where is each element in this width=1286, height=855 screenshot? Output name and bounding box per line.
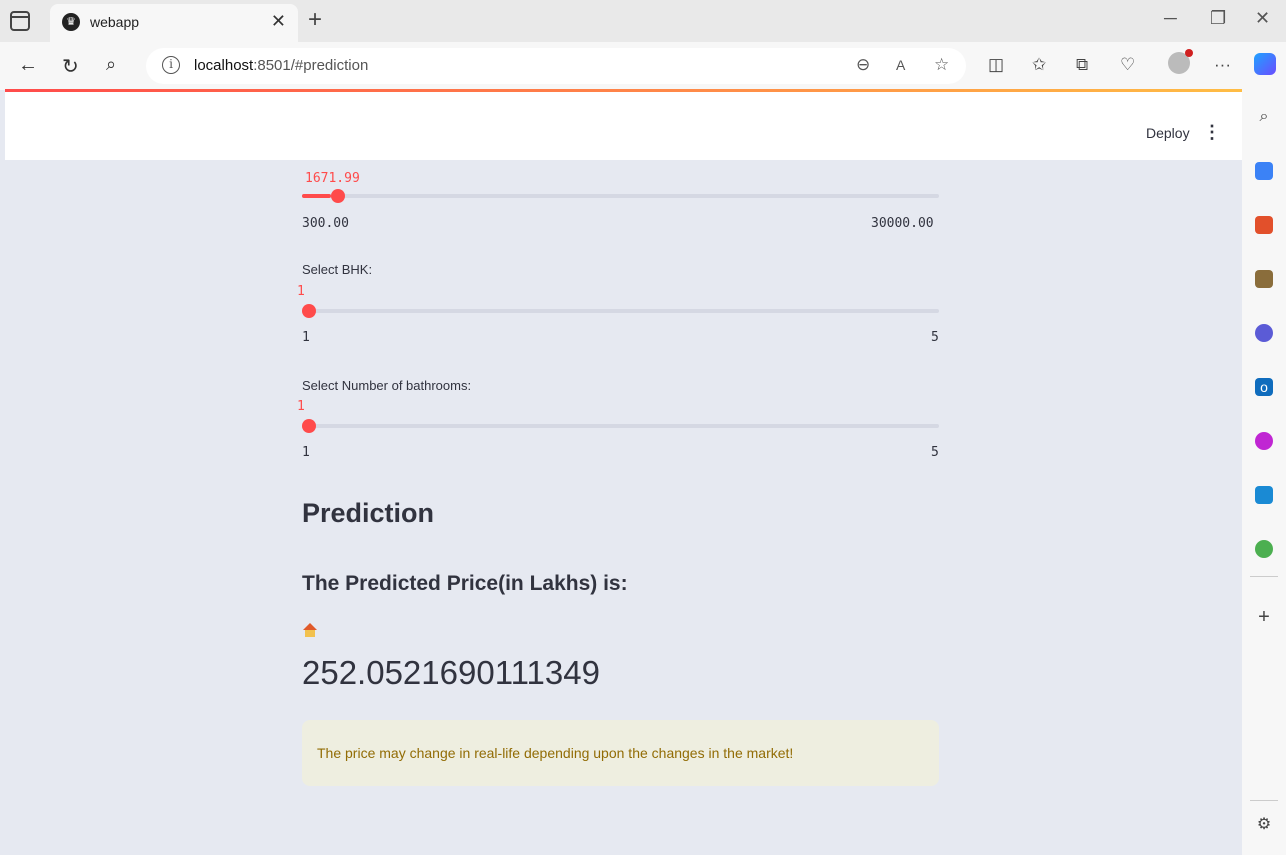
search-icon[interactable]: ⌕ [1255, 108, 1273, 126]
slider-label: Select BHK: [302, 262, 373, 277]
url-text[interactable]: localhost:8501/#prediction [194, 57, 368, 74]
main-menu-icon[interactable]: ⋮ [1203, 122, 1221, 143]
restore-icon[interactable]: ❐ [1210, 8, 1226, 29]
browser-essentials-icon[interactable]: ♡ [1120, 55, 1135, 75]
tree-icon[interactable] [1255, 540, 1273, 558]
slider-thumb[interactable] [330, 189, 345, 203]
side-panel-divider [1250, 576, 1278, 577]
slider-track[interactable] [302, 419, 939, 433]
shopping-tag-icon[interactable] [1255, 162, 1273, 180]
tools-icon[interactable] [1255, 216, 1273, 234]
back-icon[interactable]: ← [18, 54, 38, 77]
predicted-price-heading: The Predicted Price(in Lakhs) is: [302, 572, 628, 595]
browser-tab[interactable]: ♛ webapp ✕ [50, 4, 298, 42]
slider-track[interactable] [302, 304, 939, 318]
crown-icon: ♛ [62, 13, 80, 31]
slider-label: Select Number of bathrooms: [302, 378, 472, 393]
url-host: localhost [194, 57, 254, 74]
slider-thumb[interactable] [302, 419, 316, 433]
side-panel-divider [1250, 800, 1278, 801]
profile-avatar[interactable] [1168, 49, 1193, 74]
prediction-heading: Prediction [302, 498, 435, 528]
slider-max: 30000.00 [871, 216, 934, 231]
copilot-icon[interactable] [1254, 53, 1276, 75]
browser-tab-bar: ♛ webapp ✕ + ─ ❐ ✕ [0, 0, 1286, 42]
split-screen-icon[interactable]: ◫ [988, 55, 1004, 75]
notification-dot [1185, 49, 1193, 57]
deploy-button[interactable]: Deploy [1146, 125, 1190, 141]
collections-icon[interactable]: ⧉ [1076, 55, 1088, 75]
read-aloud-icon[interactable]: A [896, 57, 905, 73]
slider-min: 1 [302, 445, 310, 460]
slider-max: 5 [931, 330, 939, 345]
zoom-out-icon[interactable]: ⊖ [856, 55, 870, 75]
slider-value: 1 [297, 284, 305, 299]
favorite-star-icon[interactable]: ☆ [934, 55, 949, 75]
refresh-icon[interactable]: ↻ [62, 54, 79, 79]
tab-title: webapp [90, 14, 140, 30]
main-content: 1671.99 300.00 30000.00 Select BHK: 1 1 … [5, 160, 1242, 855]
close-tab-icon[interactable]: ✕ [271, 11, 286, 32]
address-bar[interactable]: i localhost:8501/#prediction ⊖ A ☆ [146, 48, 966, 84]
designer-icon[interactable] [1255, 432, 1273, 450]
warning-alert: The price may change in real-life depend… [302, 720, 939, 786]
settings-gear-icon[interactable]: ⚙ [1255, 816, 1273, 834]
slider-min: 300.00 [302, 216, 349, 231]
microsoft-365-icon[interactable] [1255, 324, 1273, 342]
more-options-icon[interactable]: ··· [1214, 55, 1231, 75]
slider-track[interactable] [302, 189, 939, 203]
browser-toolbar: ← ↻ ⌕ i localhost:8501/#prediction ⊖ A ☆… [0, 42, 1286, 90]
browser-side-panel: ⌕ o + ⚙ [1242, 90, 1286, 855]
add-icon[interactable]: + [1255, 607, 1273, 627]
slider-max: 5 [931, 445, 939, 460]
slider-value: 1671.99 [305, 171, 360, 186]
new-tab-icon[interactable]: + [308, 6, 322, 34]
games-icon[interactable] [1255, 270, 1273, 288]
tab-actions-icon[interactable] [10, 11, 30, 31]
search-icon[interactable]: ⌕ [106, 54, 116, 75]
outlook-icon[interactable]: o [1255, 378, 1273, 396]
warning-text: The price may change in real-life depend… [317, 745, 794, 761]
predicted-price-value: 252.0521690111349 [302, 654, 600, 691]
slider-value: 1 [297, 399, 305, 414]
url-path: :8501/#prediction [253, 57, 369, 74]
slider-fill [302, 194, 332, 198]
house-icon [303, 623, 317, 637]
favorites-icon[interactable]: ✩ [1032, 55, 1046, 75]
window-close-icon[interactable]: ✕ [1255, 8, 1270, 29]
slider-min: 1 [302, 330, 310, 345]
app-header: Deploy ⋮ [5, 92, 1242, 160]
send-icon[interactable] [1255, 486, 1273, 504]
slider-thumb[interactable] [302, 304, 316, 318]
minimize-icon[interactable]: ─ [1164, 8, 1177, 29]
info-icon[interactable]: i [162, 56, 180, 74]
